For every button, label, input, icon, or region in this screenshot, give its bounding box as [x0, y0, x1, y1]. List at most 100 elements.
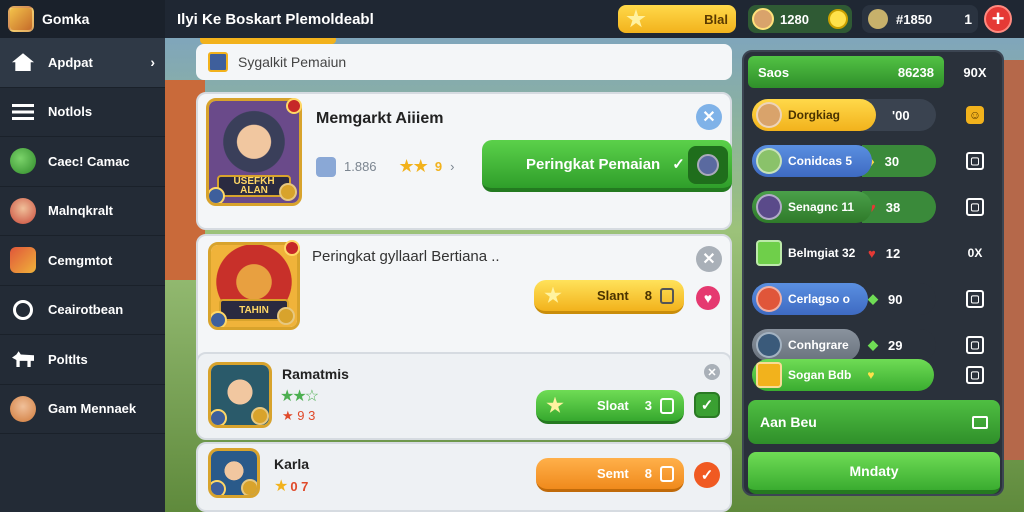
sidebar-item-label: Apdpat [48, 54, 93, 70]
player-card[interactable]: Karla ★ 0 7 Semt 8 ✓ [196, 442, 732, 512]
check-icon: ✓ [700, 397, 714, 414]
leaderboard-row[interactable]: Dorgkiag '00 ☺ [752, 98, 996, 132]
player-score: 90 [888, 291, 903, 307]
player-score-box: ♦ 30 [862, 145, 936, 177]
check-button[interactable]: ✓ [694, 392, 720, 418]
slot-button[interactable]: Semt 8 [536, 458, 684, 492]
avatar [756, 286, 782, 312]
star-icon [626, 9, 646, 28]
close-icon[interactable]: ✕ [696, 104, 722, 130]
slot-button[interactable]: Sloat 3 [536, 390, 684, 424]
player-meta: 1.886 ★★ 9 › [316, 156, 454, 177]
player-pill: Cerlagso o [752, 283, 868, 315]
player-card[interactable]: USEFKH ALAN Memgarkt Aiiiem ✕ 1.886 ★★ 9… [196, 92, 732, 230]
player-pill: Conidcas 5 [752, 145, 872, 177]
slot-number: 8 [644, 466, 652, 481]
star-icon [546, 396, 564, 413]
star-icon [544, 286, 562, 303]
level-badge-icon [211, 311, 227, 327]
close-icon[interactable]: ✕ [704, 364, 720, 380]
user-icon [10, 297, 36, 323]
leaderboard-header-label: Saos [758, 64, 790, 80]
gem-icon [868, 9, 888, 29]
arrow-icon: › [450, 159, 455, 174]
level-badge-icon [209, 187, 225, 203]
leaderboard-row[interactable]: Belmgiat 32 ♥ 12 0X [752, 236, 996, 270]
gem-currency[interactable]: #1850 1 [862, 5, 978, 33]
heart-icon[interactable]: ♥ [696, 286, 720, 310]
check-button[interactable]: ✓ [694, 462, 720, 488]
player-portrait: USEFKH ALAN [206, 98, 302, 206]
player-name: Sogan Bdb [788, 368, 852, 382]
leaderboard-row[interactable]: Sogan Bdb ♥ ▢ [752, 358, 996, 392]
card-icon: ▢ [966, 336, 984, 354]
game-logo-icon [8, 6, 34, 32]
player-coins[interactable]: 1280 [748, 5, 852, 33]
leaderboard-action-button[interactable]: Mndaty [748, 452, 1000, 494]
card-title: Memgarkt Aiiiem [316, 110, 444, 127]
sidebar-item-caec-camac[interactable]: Caec! Camac [0, 137, 165, 187]
gold-value: Blal [704, 11, 728, 27]
rank-badge-icon [277, 307, 295, 325]
gold-currency[interactable]: Blal [618, 5, 736, 33]
leaderboard-banner[interactable]: Aan Beu [748, 400, 1000, 444]
player-score-box: ◆ 90 [862, 283, 936, 315]
rating-red: ★ 9 3 [282, 408, 316, 423]
sidebar: Apdpat › Notlols Caec! Camac Malnqkralt … [0, 38, 165, 512]
leaderboard-row[interactable]: Senagnc 11 ♥ 38 ▢ [752, 190, 996, 224]
dog-icon [10, 346, 36, 372]
card-title: Ramatmis [282, 366, 349, 382]
slot-number: 8 [644, 288, 652, 303]
notification-badge-icon [284, 240, 300, 256]
gem-count: 1 [964, 11, 972, 27]
brand[interactable]: Gomka [0, 0, 165, 38]
coin-value: 1280 [780, 11, 809, 27]
leaderboard-row[interactable]: Cerlagso o ◆ 90 ▢ [752, 282, 996, 316]
sidebar-item-label: Ceairotbean [48, 302, 124, 318]
card-title: Karla [274, 456, 310, 472]
slot-number: 3 [644, 398, 652, 413]
sidebar-item-notlols[interactable]: Notlols [0, 88, 165, 137]
slot-button[interactable]: Slant 8 [534, 280, 684, 314]
character-icon [10, 395, 36, 422]
list-icon [10, 99, 36, 125]
player-pill: Dorgkiag [752, 99, 876, 131]
card-icon: ▢ [966, 198, 984, 216]
player-pill: Sogan Bdb ♥ [752, 359, 934, 391]
card-title: Peringkat gyllaarl Bertiana .. [312, 248, 500, 265]
add-currency-button[interactable]: + [984, 5, 1012, 33]
search-input[interactable]: Sygalkit Pemaiun [238, 54, 346, 70]
sidebar-item-malnqkralt[interactable]: Malnqkralt [0, 187, 165, 236]
search-bar[interactable]: Sygalkit Pemaiun [196, 38, 732, 80]
slot-label: Semt [596, 466, 629, 481]
main-panel: Sygalkit Pemaiun USEFKH ALAN Memgarkt Ai… [196, 38, 736, 512]
page-title: Ilyi Ke Boskart Plemoldeabl [177, 10, 374, 28]
leaderboard-row[interactable]: Conidcas 5 ♦ 30 ▢ [752, 144, 996, 178]
sidebar-item-label: Notlols [48, 104, 93, 120]
player-score: '00 [892, 107, 910, 123]
sidebar-item-cemgmtot[interactable]: Cemgmtot [0, 236, 165, 286]
sidebar-item-gam-mennaek[interactable]: Gam Mennaek [0, 385, 165, 434]
banner-label: Aan Beu [760, 414, 817, 430]
leaderboard-header[interactable]: Saos 86238 [748, 56, 944, 88]
leaderboard-row[interactable]: Conhgrare ◆ 29 ▢ [752, 328, 996, 362]
rating: ★ 0 7 [274, 476, 308, 496]
sidebar-item-ceairotbean[interactable]: Ceairotbean [0, 286, 165, 335]
character-icon [10, 247, 36, 274]
sidebar-item-apdpat[interactable]: Apdpat › [0, 38, 165, 88]
player-name: Senagnc 11 [788, 200, 855, 214]
check-icon: ✓ [672, 156, 685, 173]
sidebar-item-label: Malnqkralt [48, 203, 114, 219]
sidebar-item-label: Gam Mennaek [48, 401, 137, 417]
player-name: Cerlagso o [788, 292, 851, 306]
card-icon: ▢ [966, 366, 984, 384]
player-card[interactable]: Ramatmis ✕ ★★☆ ★ 9 3 Sloat 3 ✓ [196, 352, 732, 440]
close-icon[interactable]: ✕ [696, 246, 722, 272]
plus-icon: + [991, 6, 1005, 31]
gem-value: #1850 [896, 11, 933, 27]
rank-badge-icon [251, 407, 269, 425]
ranking-button[interactable]: Peringkat Pemaian ✓ [482, 140, 732, 192]
card-icon [660, 287, 674, 304]
sidebar-item-poltlts[interactable]: Poltlts [0, 335, 165, 385]
rating-stars: ★★ [398, 156, 429, 176]
